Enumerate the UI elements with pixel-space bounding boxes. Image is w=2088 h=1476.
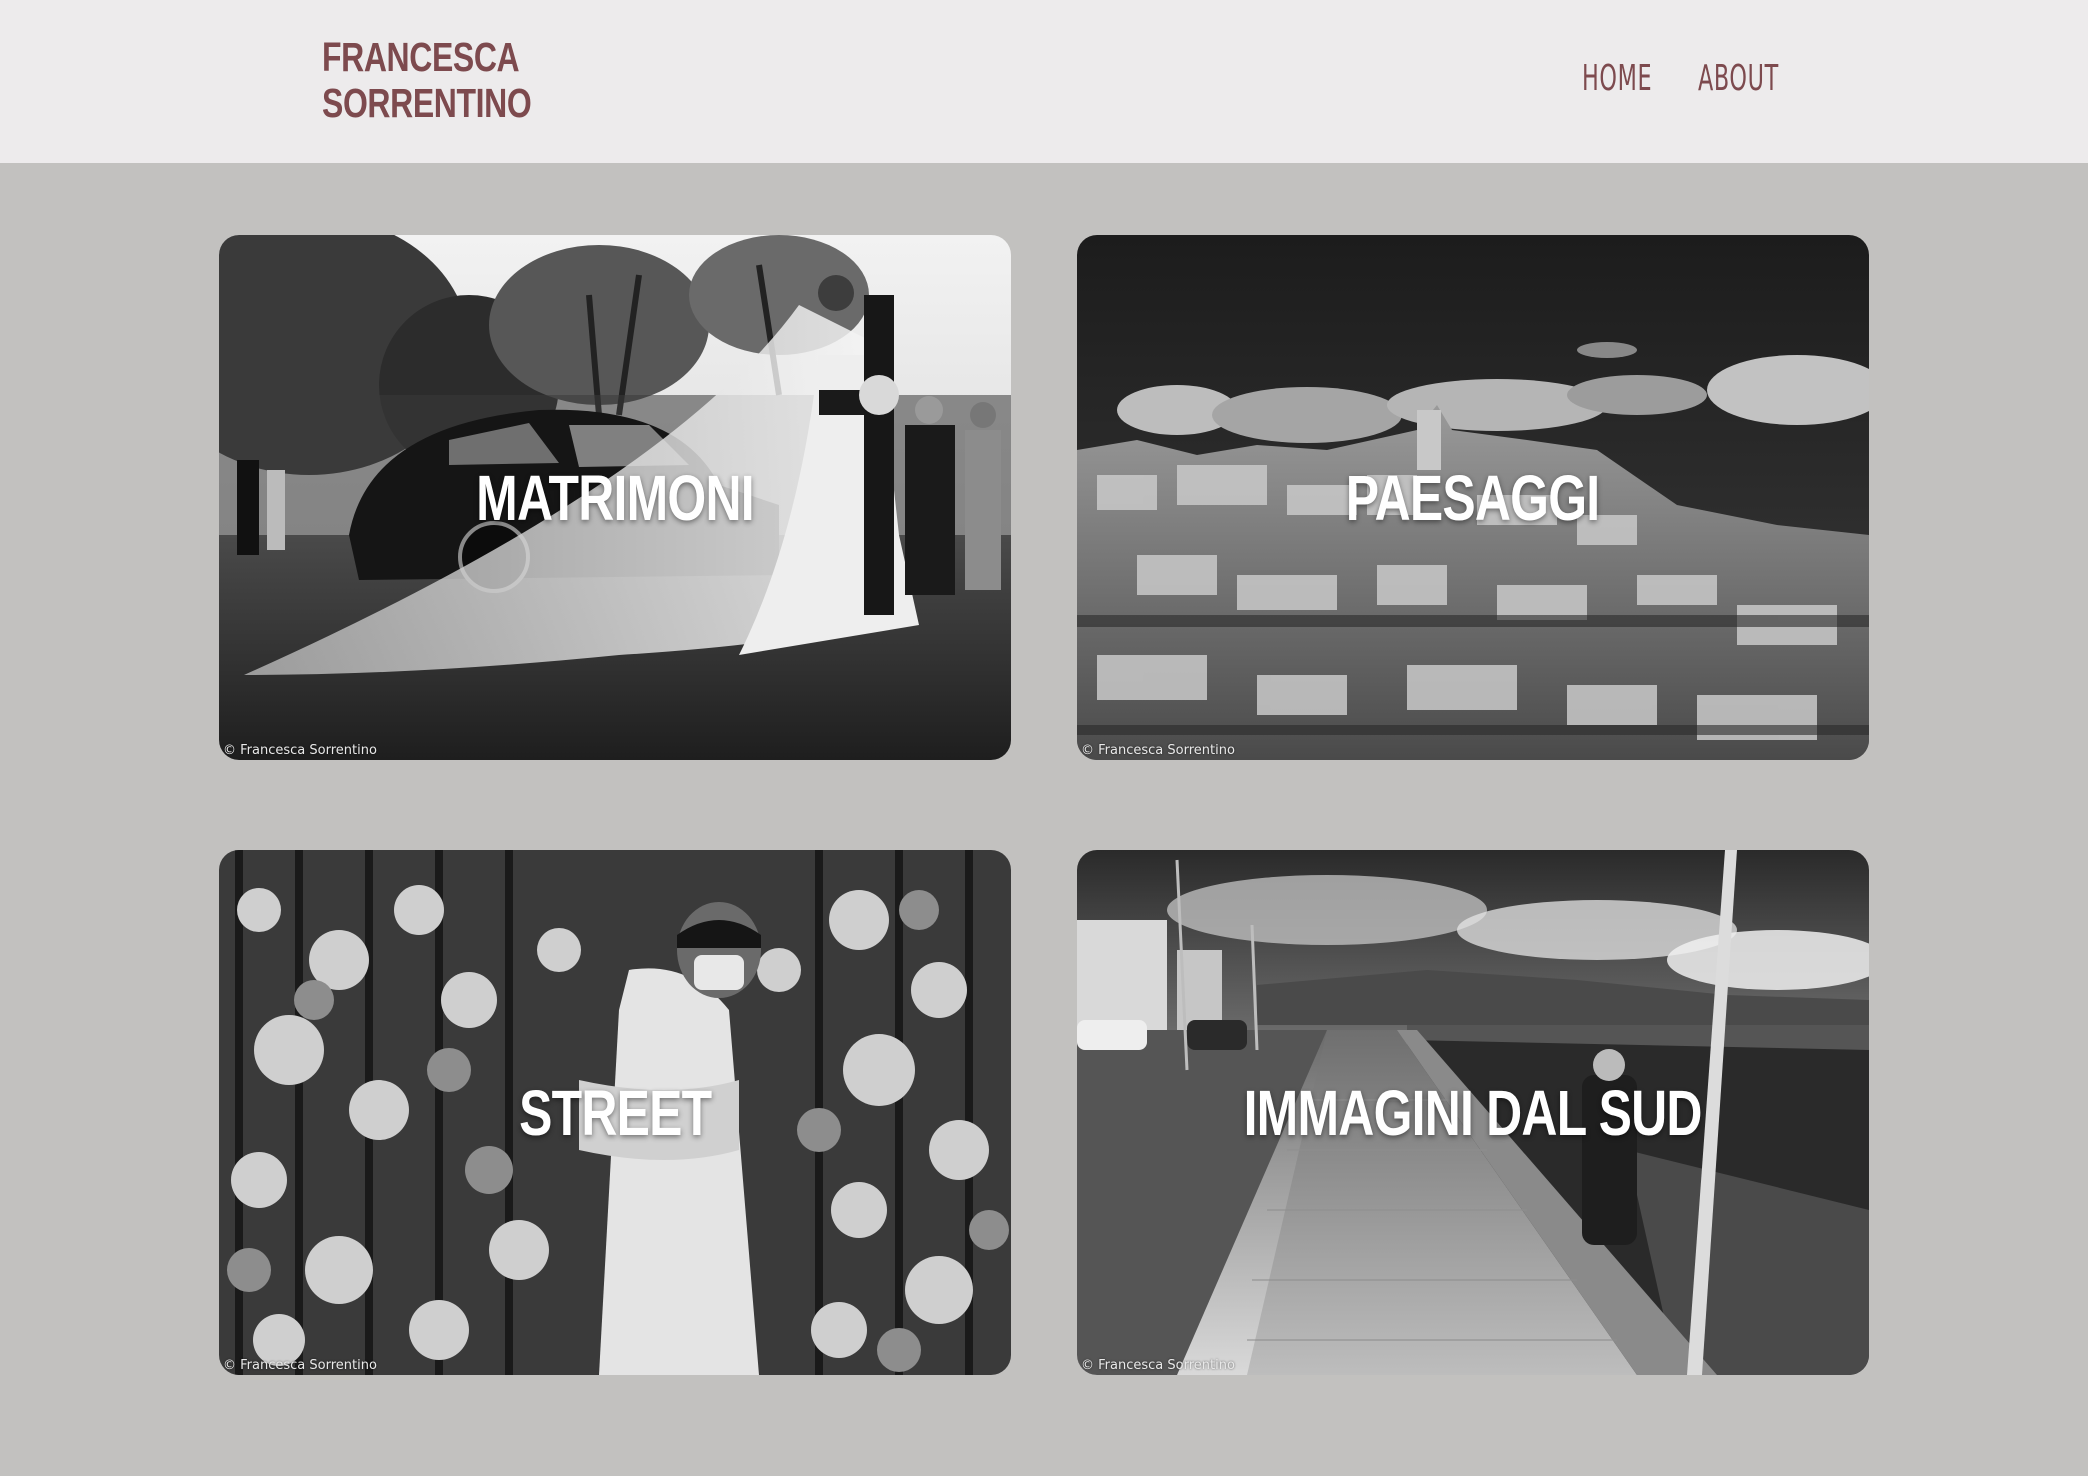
gallery-card-title: MATRIMONI [476,461,754,534]
photo-credit: © Francesca Sorrentino [223,743,377,758]
gallery-card-street[interactable]: STREET © Francesca Sorrentino [219,850,1011,1375]
logo-line-1: FRANCESCA [322,34,520,80]
photo-credit: © Francesca Sorrentino [1081,743,1235,758]
site-header: FRANCESCA SORRENTINO HOME ABOUT [0,0,2088,163]
gallery-card-paesaggi[interactable]: PAESAGGI © Francesca Sorrentino [1077,235,1869,760]
photo-credit: © Francesca Sorrentino [1081,1358,1235,1373]
photo-credit: © Francesca Sorrentino [223,1358,377,1373]
site-logo[interactable]: FRANCESCA SORRENTINO [322,34,532,126]
gallery-card-title: PAESAGGI [1346,461,1600,534]
gallery-card-matrimoni[interactable]: MATRIMONI © Francesca Sorrentino [219,235,1011,760]
nav-link-about[interactable]: ABOUT [1698,58,1779,99]
gallery-card-immagini-dal-sud[interactable]: IMMAGINI DAL SUD © Francesca Sorrentino [1077,850,1869,1375]
gallery-card-title: STREET [518,1076,712,1149]
gallery-card-title: IMMAGINI DAL SUD [1243,1076,1703,1149]
logo-line-2: SORRENTINO [322,80,532,126]
nav-link-home[interactable]: HOME [1582,58,1652,99]
